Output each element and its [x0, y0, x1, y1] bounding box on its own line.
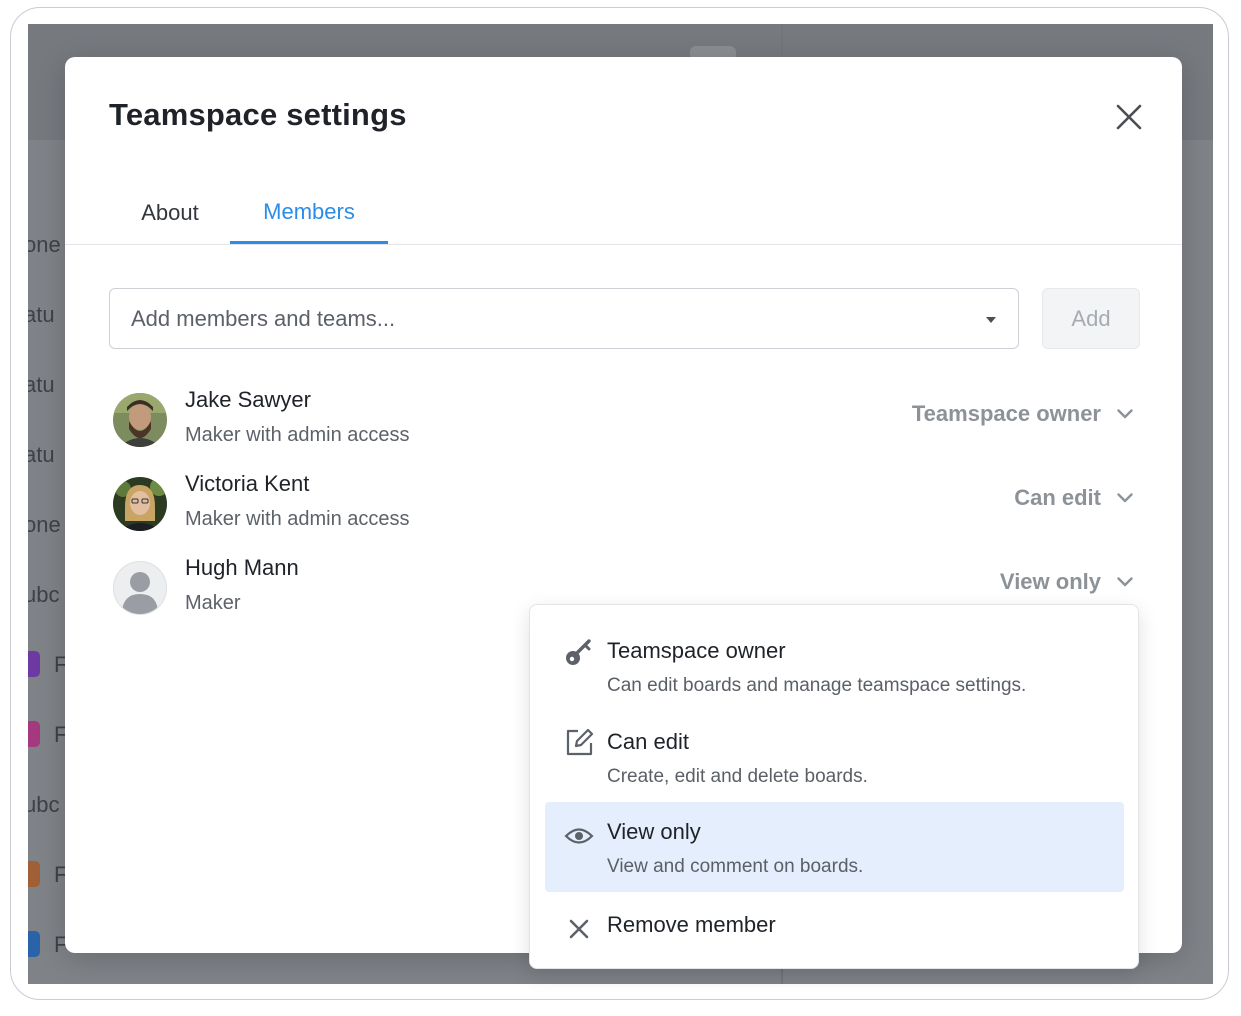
menu-item-title: Remove member	[607, 912, 776, 937]
member-row: Jake Sawyer Maker with admin access Team…	[109, 387, 1139, 457]
member-role: Maker with admin access	[185, 424, 410, 446]
chevron-down-icon	[1117, 409, 1133, 419]
member-name: Victoria Kent	[185, 471, 310, 496]
tab-bar: About Members	[65, 182, 1182, 245]
remove-icon	[569, 919, 589, 939]
background-text: atu	[28, 372, 55, 397]
tab-about[interactable]: About	[113, 182, 227, 244]
member-role: Maker	[185, 592, 241, 614]
menu-item-title: Can edit	[607, 729, 689, 754]
add-members-field[interactable]	[109, 288, 1019, 349]
add-members-input[interactable]	[129, 304, 953, 333]
background-color-swatch	[28, 651, 40, 677]
menu-item-description: View and comment on boards.	[607, 856, 864, 877]
background-text: ubc	[28, 582, 60, 607]
member-name: Hugh Mann	[185, 555, 299, 580]
default-avatar	[113, 561, 167, 615]
tab-members[interactable]: Members	[230, 182, 388, 244]
menu-item-title: View only	[607, 819, 701, 844]
member-row: Victoria Kent Maker with admin access Ca…	[109, 471, 1139, 541]
background-color-swatch	[28, 861, 40, 887]
member-role: Maker with admin access	[185, 508, 410, 530]
caret-down-icon[interactable]	[985, 316, 997, 324]
background-text: one	[28, 232, 61, 257]
key-icon	[566, 639, 591, 665]
background-text: ubc	[28, 792, 60, 817]
close-icon	[1116, 104, 1142, 130]
menu-item-title: Teamspace owner	[607, 638, 786, 663]
menu-item-description: Create, edit and delete boards.	[607, 766, 868, 787]
permission-label: View only	[999, 569, 1101, 594]
menu-item-can-edit[interactable]: Can edit Create, edit and delete boards.	[545, 712, 1124, 796]
avatar	[113, 477, 167, 531]
avatar	[113, 393, 167, 447]
menu-item-teamspace-owner[interactable]: Teamspace owner Can edit boards and mana…	[545, 621, 1124, 705]
modal-title: Teamspace settings	[109, 97, 407, 132]
close-button[interactable]	[1111, 99, 1147, 135]
permission-label: Teamspace owner	[911, 401, 1101, 426]
chevron-down-icon	[1117, 577, 1133, 587]
background-text: atu	[28, 442, 55, 467]
edit-icon	[566, 728, 594, 756]
menu-item-view-only[interactable]: View only View and comment on boards.	[545, 802, 1124, 892]
background-text: atu	[28, 302, 55, 327]
background-text: one	[28, 512, 61, 537]
background-color-swatch	[28, 721, 40, 747]
member-name: Jake Sawyer	[185, 387, 311, 412]
permission-dropdown[interactable]: View only	[1000, 569, 1139, 595]
permission-dropdown[interactable]: Can edit	[1014, 485, 1139, 511]
permission-dropdown[interactable]: Teamspace owner	[912, 401, 1139, 427]
eye-icon	[564, 828, 594, 844]
chevron-down-icon	[1117, 493, 1133, 503]
add-button[interactable]: Add	[1042, 288, 1140, 349]
menu-item-description: Can edit boards and manage teamspace set…	[607, 675, 1027, 696]
permission-label: Can edit	[1014, 485, 1101, 510]
menu-item-remove-member[interactable]: Remove member	[545, 900, 1124, 950]
user-icon	[122, 572, 158, 614]
permission-menu: Teamspace owner Can edit boards and mana…	[529, 604, 1139, 969]
background-color-swatch	[28, 931, 40, 957]
